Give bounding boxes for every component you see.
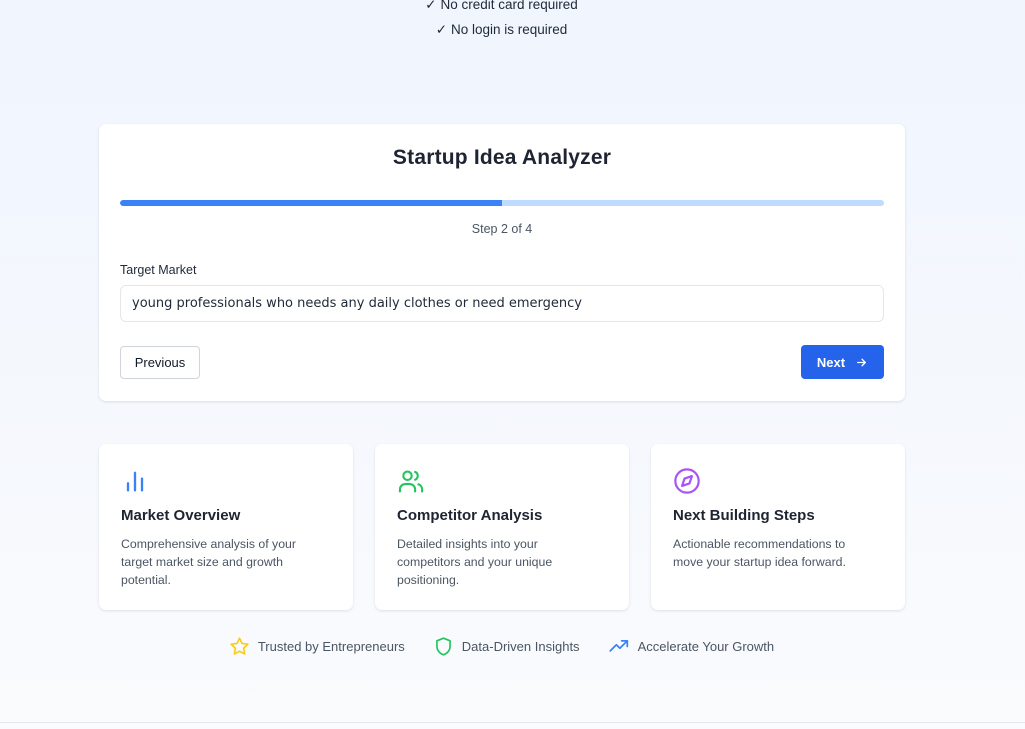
feature-card-next-building-steps: Next Building Steps Actionable recommend…	[651, 444, 905, 610]
feature-title: Next Building Steps	[673, 507, 815, 524]
trust-badge-growth: Accelerate Your Growth	[608, 636, 775, 657]
feature-description: Detailed insights into your competitors …	[397, 537, 553, 587]
feature-card-competitor-analysis: Competitor Analysis Detailed insights in…	[375, 444, 629, 610]
bar-chart-icon	[126, 471, 144, 492]
previous-button[interactable]: Previous	[120, 346, 200, 379]
feature-title: Competitor Analysis	[397, 507, 543, 524]
progress-bar-fill	[120, 200, 502, 206]
trust-badge-label: Data-Driven Insights	[461, 639, 580, 654]
trust-badge-label: Accelerate Your Growth	[637, 639, 775, 654]
no-credit-card-note: ✓ No credit card required	[0, 0, 1003, 13]
trending-up-icon	[608, 639, 628, 652]
target-market-label: Target Market	[120, 263, 197, 277]
feature-title: Market Overview	[121, 507, 241, 524]
analyzer-title: Startup Idea Analyzer	[392, 146, 612, 169]
check-icon: ✓	[425, 0, 437, 12]
shield-icon	[435, 637, 451, 656]
trust-badge-label: Trusted by Entrepreneurs	[257, 639, 405, 654]
analyzer-card: Startup Idea Analyzer Step 2 of 4 Target…	[99, 124, 905, 401]
users-icon	[398, 470, 424, 493]
star-icon	[230, 637, 249, 655]
no-login-note: ✓ No login is required	[435, 22, 568, 37]
step-indicator: Step 2 of 4	[471, 222, 533, 236]
trust-badges: Trusted by Entrepreneurs Data-Driven Ins…	[0, 636, 1003, 657]
feature-card-market-overview: Market Overview Comprehensive analysis o…	[99, 444, 353, 610]
trust-badge-entrepreneurs: Trusted by Entrepreneurs	[229, 636, 405, 657]
feature-description: Comprehensive analysis of your target ma…	[121, 537, 296, 587]
compass-icon	[674, 468, 700, 494]
check-icon: ✓	[435, 22, 447, 37]
target-market-input[interactable]	[120, 285, 884, 322]
feature-description: Actionable recommendations to move your …	[673, 537, 846, 569]
next-button[interactable]: Next	[801, 345, 884, 379]
trust-badge-insights: Data-Driven Insights	[433, 636, 580, 657]
footer-divider	[0, 722, 1025, 723]
next-button-label: Next	[816, 354, 846, 370]
progress-bar	[120, 200, 884, 206]
arrow-right-icon	[857, 358, 867, 366]
